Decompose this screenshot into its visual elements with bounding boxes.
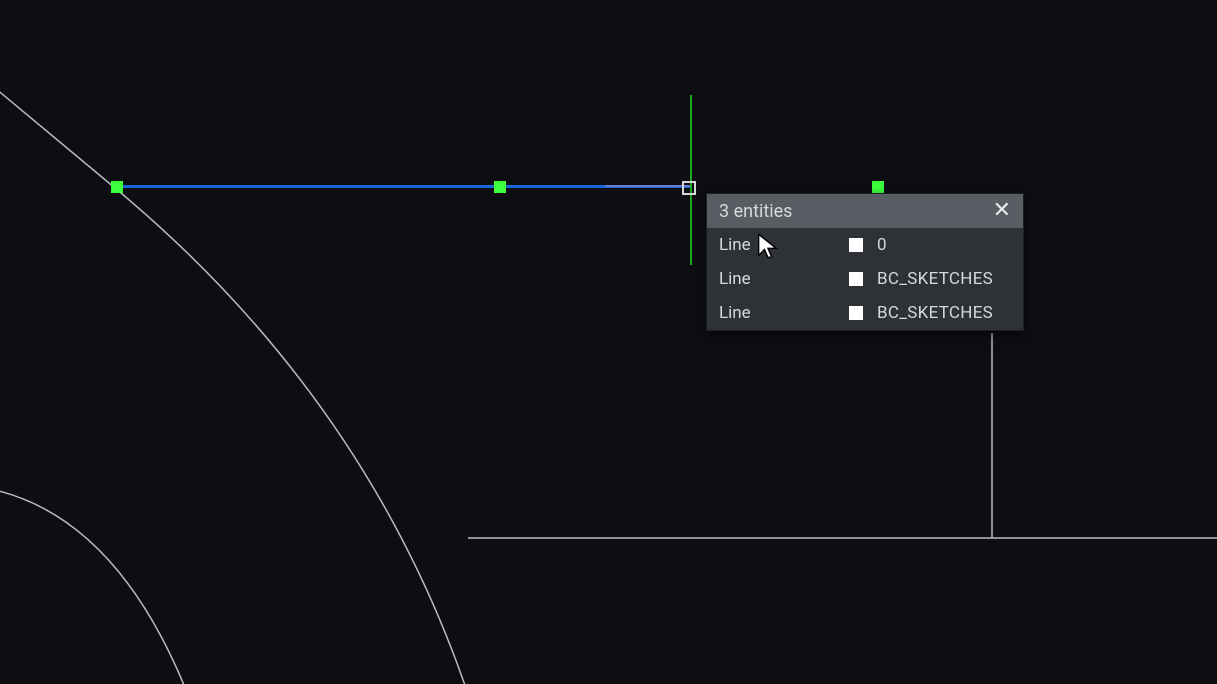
grip-start[interactable] [111,181,123,193]
selected-line-extension[interactable] [605,185,690,187]
geometry-line[interactable] [0,88,115,188]
entity-layer: BC_SKETCHES [877,303,993,323]
close-icon[interactable]: ✕ [993,200,1011,222]
entity-layer: 0 [877,235,887,255]
grip-mid[interactable] [494,181,506,193]
panel-header[interactable]: 3 entities ✕ [707,194,1023,228]
panel-title: 3 entities [719,201,792,222]
entity-layer: BC_SKETCHES [877,269,993,289]
geometry-arc-2[interactable] [0,490,190,684]
entity-type: Line [719,303,849,323]
entity-type: Line [719,269,849,289]
drawing-canvas[interactable] [0,0,1217,684]
grip-end[interactable] [872,181,884,193]
entity-selection-panel[interactable]: 3 entities ✕ Line 0 Line BC_SKETCHES Lin… [706,193,1024,331]
entity-row[interactable]: Line BC_SKETCHES [707,262,1023,296]
crosshair-vertical [690,95,692,265]
endpoint-marker[interactable] [682,181,696,195]
layer-color-swatch [849,238,863,252]
layer-color-swatch [849,306,863,320]
entity-row[interactable]: Line BC_SKETCHES [707,296,1023,330]
geometry-arc[interactable] [115,188,470,684]
entity-type: Line [719,235,849,255]
entity-row[interactable]: Line 0 [707,228,1023,262]
layer-color-swatch [849,272,863,286]
